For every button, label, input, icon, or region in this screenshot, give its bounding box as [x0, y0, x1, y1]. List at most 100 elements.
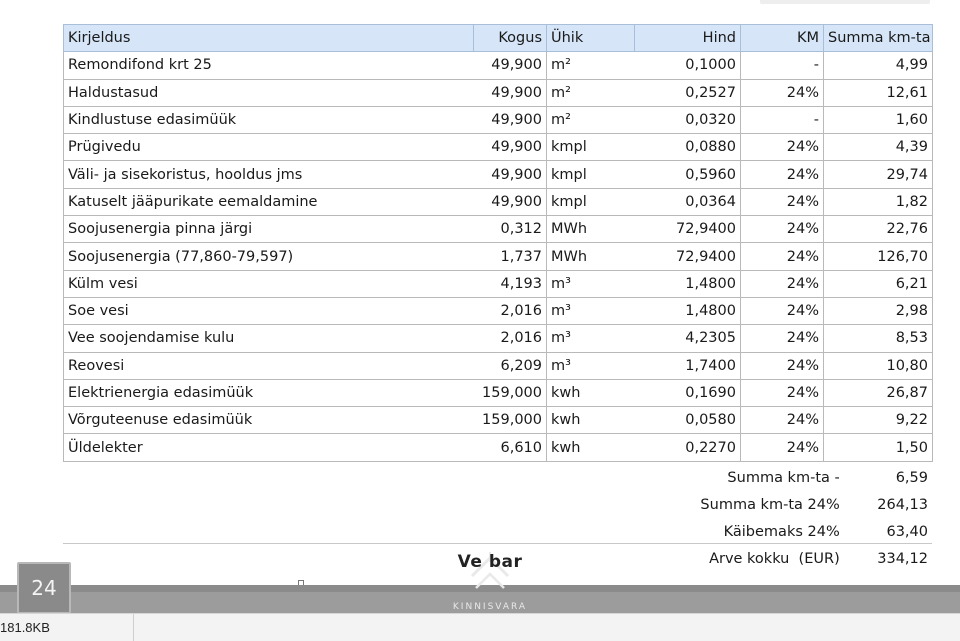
cell-description: Katuselt jääpurikate eemaldamine	[63, 187, 474, 217]
status-bar: 181.8KB	[0, 613, 960, 641]
footer-separator	[63, 543, 932, 544]
cell-vat: 24%	[740, 378, 824, 408]
watermark: Ve bar KINNISVARA	[440, 548, 540, 612]
cell-sum: 9,22	[823, 406, 933, 435]
cell-vat: -	[740, 51, 824, 80]
cell-price: 0,0580	[634, 406, 741, 435]
table-row: Kindlustuse edasimüük 49,900 m² 0,0320-1,60	[63, 105, 933, 135]
cell-description: Remondifond krt 25	[63, 51, 474, 80]
cell-quantity: 49,900	[473, 51, 547, 80]
cell-quantity: 2,016	[473, 324, 547, 353]
cell-quantity: 49,900	[473, 187, 547, 217]
cell-vat: 24%	[740, 296, 824, 326]
cell-vat: 24%	[740, 215, 824, 244]
cell-quantity: 159,000	[473, 406, 547, 435]
table-row: Haldustasud 49,900 m² 0,2527 24% 12,61	[63, 78, 933, 107]
table-row: Soojusenergia pinna järgi 0,312 MWh 72,9400…	[63, 215, 933, 244]
cell-unit: kmpl	[546, 133, 635, 162]
header-unit: Ühik	[546, 23, 635, 53]
cell-sum: 10,80	[823, 351, 933, 380]
cell-unit: m³	[546, 296, 635, 326]
cell-sum: 4,39	[823, 133, 933, 162]
table-row: Külm vesi 4,193 m³ 1,4800 24% 6,21	[63, 269, 933, 298]
invoice-rows: Remondifond krt 25 49,900 m² 0,1000-4,99 Hal…	[63, 51, 933, 462]
totals-table: Summa km-ta - 6,59 Summa km-ta 24% 264,13 Kä…	[585, 464, 932, 572]
cell-vat: 24%	[740, 78, 824, 107]
cell-unit: kwh	[546, 378, 635, 408]
cell-unit: m²	[546, 78, 635, 107]
cell-price: 0,0320	[634, 105, 741, 135]
cell-quantity: 49,900	[473, 105, 547, 135]
table-row: Prügivedu 49,900 kmpl 0,0880 24% 4,39	[63, 133, 933, 162]
cell-price: 1,4800	[634, 296, 741, 326]
header-vat: KM	[740, 23, 824, 53]
table-row: Soe vesi 2,016 m³ 1,4800 24% 2,98	[63, 296, 933, 326]
cell-price: 0,2527	[634, 78, 741, 107]
cell-unit: kmpl	[546, 187, 635, 217]
cell-sum: 6,21	[823, 269, 933, 298]
cell-sum: 1,82	[823, 187, 933, 217]
cell-unit: kmpl	[546, 160, 635, 189]
totals-label: Summa km-ta 24%	[700, 496, 840, 513]
cell-sum: 2,98	[823, 296, 933, 326]
cell-description: Külm vesi	[63, 269, 474, 298]
cell-price: 0,5960	[634, 160, 741, 189]
cell-quantity: 1,737	[473, 242, 547, 271]
table-row: Remondifond krt 25 49,900 m² 0,1000-4,99	[63, 51, 933, 80]
cell-vat: 24%	[740, 406, 824, 435]
header-quantity: Kogus	[473, 23, 547, 53]
cell-price: 1,7400	[634, 351, 741, 380]
cell-price: 0,2270	[634, 433, 741, 462]
cell-price: 72,9400	[634, 242, 741, 271]
cell-vat: 24%	[740, 324, 824, 353]
table-row: Üldelekter 6,610 kwh 0,2270 24% 1,50	[63, 433, 933, 462]
cell-vat: 24%	[740, 242, 824, 271]
table-row: Soojusenergia (77,860-79,597) 1,737 MWh 72,…	[63, 242, 933, 271]
table-header-row: Kirjeldus Kogus Ühik Hind KM Summa km-ta	[63, 23, 933, 53]
totals-value: 63,40	[886, 523, 928, 540]
cell-vat: 24%	[740, 187, 824, 217]
table-row: Väli- ja sisekoristus, hooldus jms 49,900…	[63, 160, 933, 189]
cell-description: Soojusenergia pinna järgi	[63, 215, 474, 244]
cell-price: 72,9400	[634, 215, 741, 244]
cell-sum: 26,87	[823, 378, 933, 408]
totals-value: 264,13	[877, 496, 928, 513]
cell-vat: 24%	[740, 160, 824, 189]
table-row: Reovesi 6,209 m³ 1,7400 24% 10,80	[63, 351, 933, 380]
cell-price: 4,2305	[634, 324, 741, 353]
cell-vat: 24%	[740, 433, 824, 462]
cell-unit: MWh	[546, 215, 635, 244]
cell-sum: 29,74	[823, 160, 933, 189]
totals-label: Käibemaks 24%	[723, 523, 840, 540]
cell-price: 0,0364	[634, 187, 741, 217]
cell-price: 0,1690	[634, 378, 741, 408]
header-price: Hind	[634, 23, 741, 53]
cell-price: 0,1000	[634, 51, 741, 80]
cell-description: Soojusenergia (77,860-79,597)	[63, 242, 474, 271]
cell-unit: m³	[546, 351, 635, 380]
cell-sum: 4,99	[823, 51, 933, 80]
cell-unit: m²	[546, 105, 635, 135]
cell-quantity: 6,209	[473, 351, 547, 380]
cell-price: 1,4800	[634, 269, 741, 298]
cell-description: Vee soojendamise kulu	[63, 324, 474, 353]
cell-sum: 8,53	[823, 324, 933, 353]
cell-description: Kindlustuse edasimüük	[63, 105, 474, 135]
cell-quantity: 49,900	[473, 160, 547, 189]
cell-description: Väli- ja sisekoristus, hooldus jms	[63, 160, 474, 189]
totals-value: 334,12	[877, 550, 928, 567]
invoice-table: Kirjeldus Kogus Ühik Hind KM Summa km-ta…	[63, 23, 933, 462]
totals-label: Arve kokku (EUR)	[709, 550, 840, 567]
cell-quantity: 6,610	[473, 433, 547, 462]
cell-quantity: 4,193	[473, 269, 547, 298]
cell-sum: 1,60	[823, 105, 933, 135]
totals-row: Summa km-ta 24% 264,13	[585, 491, 932, 518]
cell-description: Üldelekter	[63, 433, 474, 462]
cell-unit: m³	[546, 269, 635, 298]
cell-quantity: 159,000	[473, 378, 547, 408]
totals-row: Käibemaks 24% 63,40	[585, 518, 932, 545]
status-divider	[133, 614, 134, 641]
table-row: Katuselt jääpurikate eemaldamine 49,900 km…	[63, 187, 933, 217]
cell-unit: m²	[546, 51, 635, 80]
cell-description: Haldustasud	[63, 78, 474, 107]
